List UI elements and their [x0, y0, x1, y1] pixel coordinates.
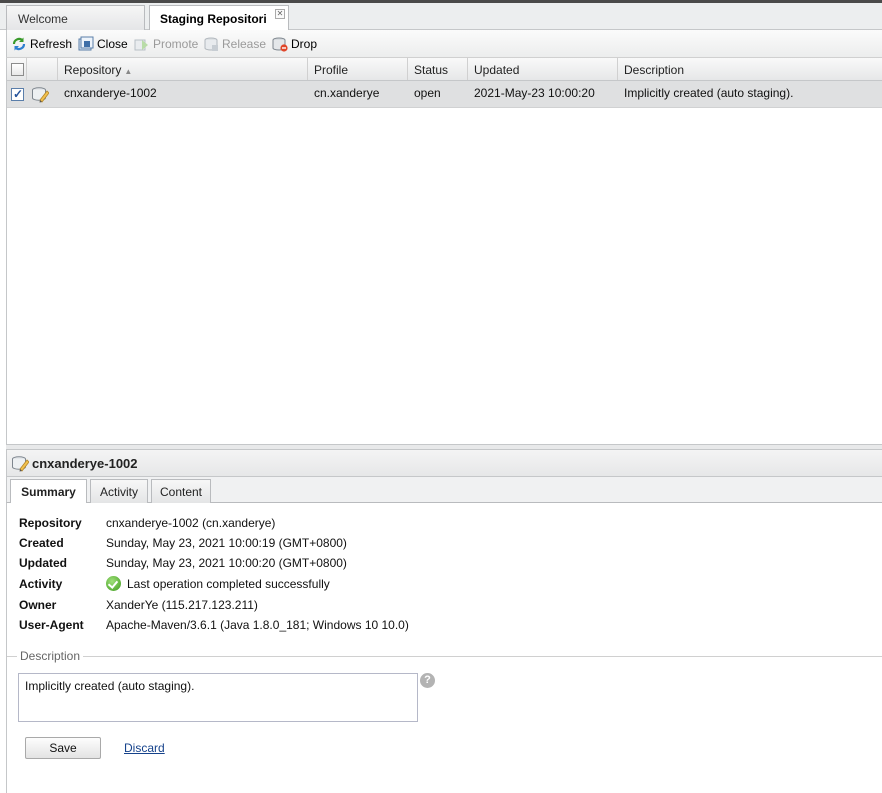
- description-legend: Description: [17, 649, 84, 663]
- refresh-icon: [12, 37, 26, 51]
- release-label: Release: [222, 37, 267, 51]
- sort-ascending-icon: ▲: [124, 67, 133, 76]
- updated-value-text: Sunday, May 23, 2021 10:00:20 (GMT+0800): [106, 556, 347, 570]
- column-header-label: Updated: [474, 63, 520, 77]
- refresh-button[interactable]: Refresh: [11, 35, 72, 53]
- subtab-label: Summary: [21, 485, 76, 499]
- cell-status: open: [414, 86, 441, 100]
- discard-link[interactable]: Discard: [124, 741, 165, 755]
- repository-icon-cell: [31, 81, 50, 107]
- column-header-updated[interactable]: Updated: [468, 58, 618, 80]
- tab-content[interactable]: Content: [151, 479, 211, 503]
- row-checkbox[interactable]: [11, 87, 24, 101]
- subtab-label: Content: [159, 485, 203, 499]
- promote-button[interactable]: Promote: [134, 35, 198, 53]
- tab-strip: Welcome Staging Repositori ✕: [0, 0, 882, 33]
- close-label: Close: [97, 37, 128, 51]
- owner-value-text: XanderYe (115.217.123.211): [106, 598, 258, 612]
- staging-repositories-grid: Repository ▲ Profile Status Updated Descr…: [6, 58, 882, 444]
- column-header-repository[interactable]: Repository ▲: [58, 58, 308, 80]
- drop-button[interactable]: Drop: [272, 35, 317, 53]
- cell-description: Implicitly created (auto staging).: [624, 86, 794, 100]
- created-value: Sunday, May 23, 2021 10:00:19 (GMT+0800): [106, 536, 347, 550]
- select-all-checkbox[interactable]: [11, 63, 24, 76]
- created-label: Created: [19, 536, 64, 550]
- repository-value-text: cnxanderye-1002 (cn.xanderye): [106, 516, 276, 530]
- refresh-label: Refresh: [30, 37, 73, 51]
- promote-icon: [134, 39, 148, 51]
- success-check-icon: [106, 576, 121, 591]
- help-icon[interactable]: ?: [420, 673, 435, 688]
- updated-value: Sunday, May 23, 2021 10:00:20 (GMT+0800): [106, 556, 347, 570]
- updated-label: Updated: [19, 556, 67, 570]
- activity-value-text: Last operation completed successfully: [127, 576, 330, 591]
- repository-edit-icon: [12, 456, 29, 472]
- detail-header: cnxanderye-1002: [6, 450, 882, 477]
- close-icon[interactable]: ✕: [275, 9, 285, 19]
- cell-repository: cnxanderye-1002: [64, 86, 157, 100]
- owner-label: Owner: [19, 598, 57, 612]
- tab-activity[interactable]: Activity: [90, 479, 148, 503]
- subtab-label: Activity: [99, 485, 138, 499]
- column-header-description[interactable]: Description: [618, 58, 882, 80]
- description-fieldset-border: [7, 656, 882, 657]
- column-header-label: Description: [624, 63, 685, 77]
- user-agent-label: User-Agent: [19, 618, 84, 632]
- grid-header: Repository ▲ Profile Status Updated Descr…: [7, 58, 882, 81]
- select-all-header: [7, 58, 27, 80]
- icon-column-header: [27, 58, 58, 80]
- column-header-label: Profile: [314, 63, 349, 77]
- activity-label: Activity: [19, 577, 63, 591]
- table-row[interactable]: cnxanderye-1002 cn.xanderye open 2021-Ma…: [7, 81, 882, 108]
- promote-label: Promote: [153, 37, 199, 51]
- column-header-label: Repository: [64, 63, 122, 77]
- save-button[interactable]: Save: [25, 737, 101, 759]
- tab-label: Staging Repositori: [160, 12, 267, 26]
- release-button[interactable]: Release: [203, 35, 266, 53]
- repository-value: cnxanderye-1002 (cn.xanderye): [106, 516, 275, 530]
- detail-subtabs: Summary Activity Content: [6, 477, 882, 504]
- close-button[interactable]: Close: [78, 35, 128, 53]
- created-value-text: Sunday, May 23, 2021 10:00:19 (GMT+0800): [106, 536, 347, 550]
- toolbar: Refresh Close Promote Release Drop: [6, 30, 882, 58]
- summary-panel: Repository cnxanderye-1002 (cn.xanderye)…: [6, 503, 882, 793]
- tab-label: Welcome: [18, 12, 68, 26]
- tab-summary[interactable]: Summary: [10, 479, 87, 504]
- drop-label: Drop: [291, 37, 318, 51]
- user-agent-value-text: Apache-Maven/3.6.1 (Java 1.8.0_181; Wind…: [106, 618, 409, 632]
- repository-edit-icon: [32, 87, 50, 103]
- column-header-profile[interactable]: Profile: [308, 58, 408, 80]
- activity-value: Last operation completed successfully: [106, 576, 330, 591]
- cell-profile: cn.xanderye: [314, 86, 380, 100]
- tab-staging-repositories[interactable]: Staging Repositori ✕: [149, 5, 289, 33]
- cell-updated: 2021-May-23 10:00:20: [474, 86, 595, 100]
- tab-welcome[interactable]: Welcome: [6, 5, 145, 32]
- column-header-status[interactable]: Status: [408, 58, 468, 80]
- column-header-label: Status: [414, 63, 449, 77]
- description-textarea[interactable]: Implicitly created (auto staging).: [18, 673, 418, 722]
- drop-icon: [272, 37, 288, 52]
- release-icon: [204, 37, 218, 51]
- user-agent-value: Apache-Maven/3.6.1 (Java 1.8.0_181; Wind…: [106, 618, 409, 632]
- detail-title: cnxanderye-1002: [32, 456, 138, 471]
- repository-label: Repository: [19, 516, 82, 530]
- owner-value: XanderYe (115.217.123.211): [106, 598, 258, 612]
- close-repo-icon: [78, 36, 94, 51]
